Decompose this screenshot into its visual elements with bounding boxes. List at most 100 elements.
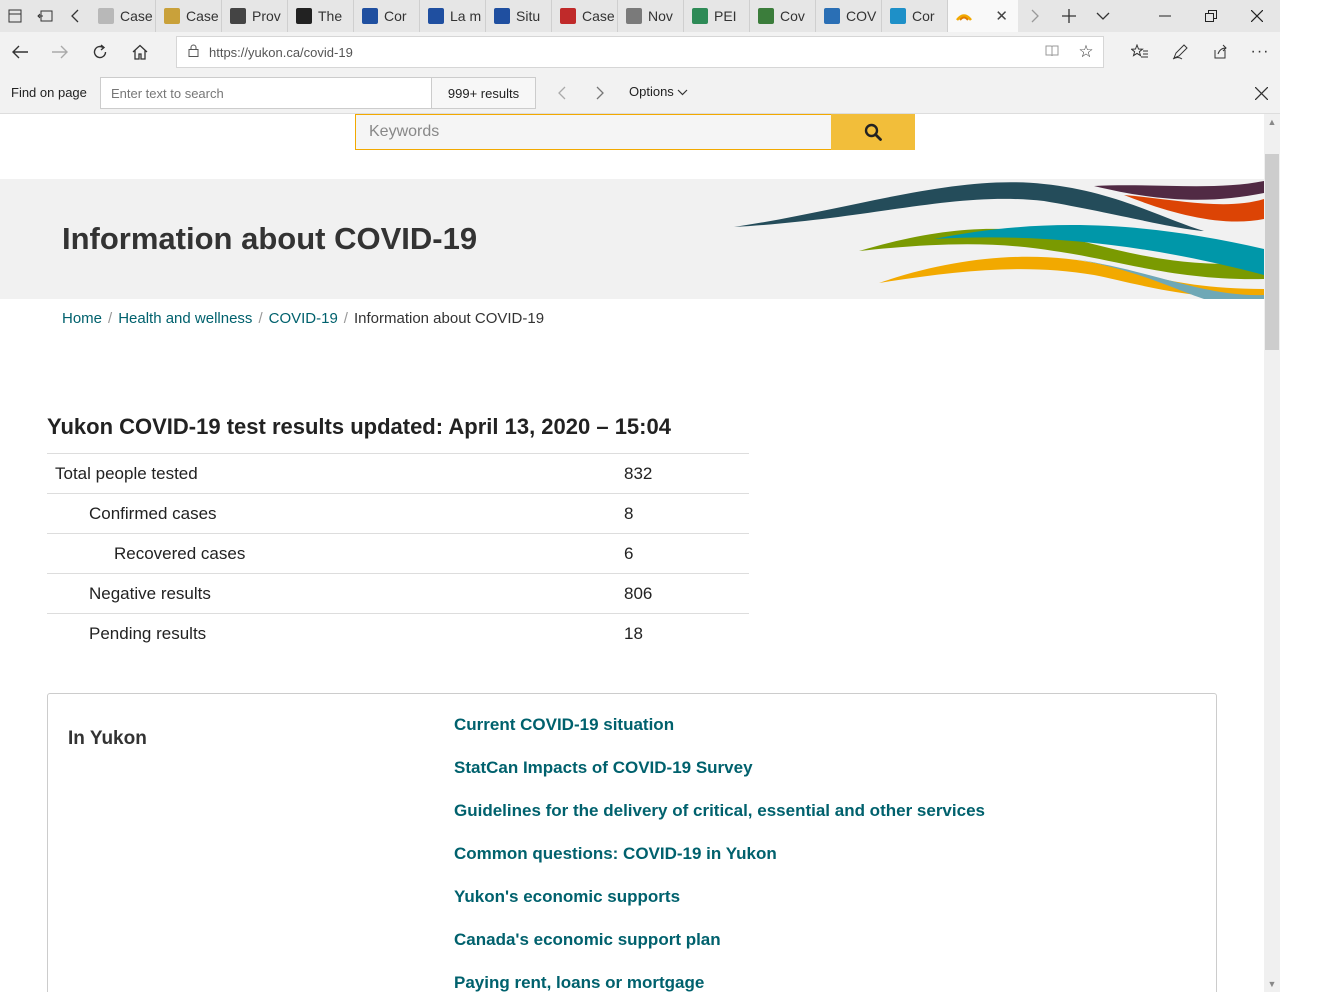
tab-favicon-icon bbox=[164, 8, 180, 24]
tab-label: Case bbox=[120, 8, 153, 24]
find-next-icon[interactable] bbox=[587, 80, 613, 106]
tab-actions-icon[interactable] bbox=[0, 0, 30, 32]
page-banner: Information about COVID-19 bbox=[0, 179, 1264, 299]
refresh-icon[interactable] bbox=[80, 32, 120, 72]
search-icon bbox=[864, 123, 882, 141]
link-canada-economic-plan[interactable]: Canada's economic support plan bbox=[454, 930, 721, 949]
find-bar: Find on page 999+ results Options bbox=[0, 72, 1280, 114]
tab-favicon-icon bbox=[494, 8, 510, 24]
in-yukon-panel: In Yukon Current COVID-19 situation Stat… bbox=[47, 693, 1217, 992]
tab-label: Nov bbox=[648, 8, 673, 24]
share-icon[interactable] bbox=[1200, 32, 1240, 72]
tab-favicon-icon bbox=[362, 8, 378, 24]
in-yukon-links: Current COVID-19 situation StatCan Impac… bbox=[454, 715, 985, 992]
tab-label: COV bbox=[846, 8, 877, 24]
breadcrumb-separator: / bbox=[258, 310, 263, 327]
breadcrumb: Home / Health and wellness / COVID-19 / … bbox=[62, 310, 544, 327]
scroll-up-icon[interactable]: ▲ bbox=[1264, 114, 1280, 130]
tab[interactable]: Cor bbox=[882, 0, 948, 32]
tab[interactable]: Case bbox=[90, 0, 156, 32]
tab-favicon-icon bbox=[890, 8, 906, 24]
reading-view-icon[interactable] bbox=[1035, 44, 1069, 60]
breadcrumb-health-wellness[interactable]: Health and wellness bbox=[118, 310, 252, 327]
home-icon[interactable] bbox=[120, 32, 160, 72]
tab[interactable]: Prov bbox=[222, 0, 288, 32]
find-previous-icon[interactable] bbox=[548, 80, 574, 106]
breadcrumb-current: Information about COVID-19 bbox=[353, 310, 545, 327]
tab[interactable]: Case bbox=[156, 0, 222, 32]
tab-label: Prov bbox=[252, 8, 281, 24]
back-arrow-icon[interactable] bbox=[0, 32, 40, 72]
tab[interactable]: Situ bbox=[486, 0, 552, 32]
url-text[interactable]: https://yukon.ca/covid-19 bbox=[209, 45, 1035, 60]
tab-favicon-icon bbox=[98, 8, 114, 24]
link-statcan-survey[interactable]: StatCan Impacts of COVID-19 Survey bbox=[454, 758, 753, 777]
keywords-search-input[interactable] bbox=[355, 114, 831, 150]
tab[interactable]: La m bbox=[420, 0, 486, 32]
test-results-heading: Yukon COVID-19 test results updated: Apr… bbox=[47, 414, 671, 439]
page-scrollbar[interactable]: ▲ ▼ bbox=[1264, 114, 1280, 992]
tab[interactable]: The bbox=[288, 0, 354, 32]
favorites-hub-icon[interactable] bbox=[1120, 32, 1160, 72]
favorite-star-icon[interactable]: ☆ bbox=[1069, 42, 1103, 62]
tab-list-chevron-icon[interactable] bbox=[1086, 0, 1120, 32]
url-field[interactable]: https://yukon.ca/covid-19 ☆ bbox=[176, 36, 1104, 68]
in-yukon-heading: In Yukon bbox=[68, 728, 147, 749]
tab[interactable]: COV bbox=[816, 0, 882, 32]
tab[interactable]: Case bbox=[552, 0, 618, 32]
page-title: Information about COVID-19 bbox=[62, 221, 478, 256]
row-value: 6 bbox=[618, 533, 749, 574]
find-input[interactable] bbox=[100, 77, 432, 109]
tab-bar: Case Case Prov The Cor La m Situ Case Nov PEI Cov C… bbox=[0, 0, 1280, 32]
tab[interactable]: PEI bbox=[684, 0, 750, 32]
tab-strip: Case Case Prov The Cor La m Situ Case Nov PEI Cov C… bbox=[90, 0, 948, 32]
new-tab-icon[interactable] bbox=[1052, 0, 1086, 32]
row-label: Pending results bbox=[47, 613, 618, 654]
close-window-icon[interactable] bbox=[1234, 0, 1280, 32]
tab-active[interactable]: ✕ bbox=[948, 0, 1018, 32]
more-ellipsis-icon[interactable]: ··· bbox=[1240, 32, 1280, 72]
set-tabs-aside-icon[interactable] bbox=[30, 0, 60, 32]
table-row: Recovered cases 6 bbox=[47, 533, 749, 574]
close-tab-icon[interactable]: ✕ bbox=[995, 7, 1008, 25]
tab-label: La m bbox=[450, 8, 482, 24]
find-close-icon[interactable] bbox=[1248, 80, 1274, 106]
list-item: Guidelines for the delivery of critical,… bbox=[454, 801, 985, 844]
tab-favicon-icon bbox=[956, 8, 972, 24]
find-result-count: 999+ results bbox=[431, 77, 536, 109]
link-paying-rent[interactable]: Paying rent, loans or mortgage bbox=[454, 973, 704, 992]
row-value: 832 bbox=[618, 453, 749, 494]
tab[interactable]: Cov bbox=[750, 0, 816, 32]
link-service-guidelines[interactable]: Guidelines for the delivery of critical,… bbox=[454, 801, 985, 820]
find-options-button[interactable]: Options bbox=[629, 84, 688, 99]
restore-icon[interactable] bbox=[1188, 0, 1234, 32]
find-options-label: Options bbox=[629, 84, 674, 99]
breadcrumb-home[interactable]: Home bbox=[62, 310, 102, 327]
tab[interactable]: Cor bbox=[354, 0, 420, 32]
row-value: 8 bbox=[618, 493, 749, 534]
find-label: Find on page bbox=[11, 85, 87, 100]
scroll-down-icon[interactable]: ▼ bbox=[1264, 976, 1280, 992]
page-viewport: Information about COVID-19 Home / Health… bbox=[0, 114, 1264, 992]
tab-label: Cov bbox=[780, 8, 805, 24]
tab-scroll-left-icon[interactable] bbox=[60, 0, 90, 32]
list-item: Common questions: COVID-19 in Yukon bbox=[454, 844, 985, 887]
tab[interactable]: Nov bbox=[618, 0, 684, 32]
scroll-thumb[interactable] bbox=[1265, 154, 1279, 350]
tab-favicon-icon bbox=[428, 8, 444, 24]
tab-scroll-right-icon[interactable] bbox=[1018, 0, 1052, 32]
link-yukon-economic-supports[interactable]: Yukon's economic supports bbox=[454, 887, 680, 906]
address-bar: https://yukon.ca/covid-19 ☆ ··· bbox=[0, 32, 1280, 72]
tab-favicon-icon bbox=[230, 8, 246, 24]
tab-favicon-icon bbox=[296, 8, 312, 24]
forward-arrow-icon[interactable] bbox=[40, 32, 80, 72]
link-current-situation[interactable]: Current COVID-19 situation bbox=[454, 715, 674, 734]
web-note-pen-icon[interactable] bbox=[1160, 32, 1200, 72]
tab-favicon-icon bbox=[560, 8, 576, 24]
breadcrumb-covid-19[interactable]: COVID-19 bbox=[269, 310, 338, 327]
search-button[interactable] bbox=[831, 114, 915, 150]
minimize-icon[interactable] bbox=[1142, 0, 1188, 32]
chevron-down-icon bbox=[677, 84, 688, 99]
row-label: Recovered cases bbox=[47, 533, 618, 574]
link-common-questions[interactable]: Common questions: COVID-19 in Yukon bbox=[454, 844, 777, 863]
